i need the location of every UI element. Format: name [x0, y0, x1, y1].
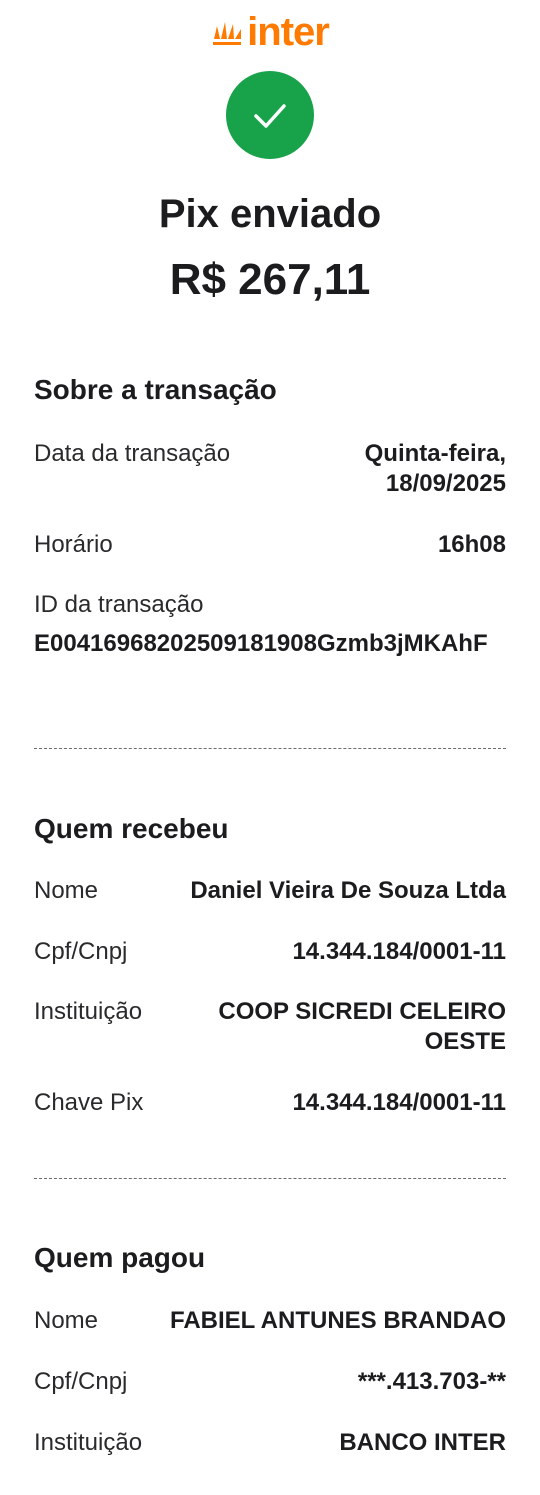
payer-institution-label: Instituição: [34, 1429, 143, 1456]
receiver-doc-label: Cpf/Cnpj: [34, 938, 128, 965]
receiver-institution-line2: OESTE: [424, 1028, 506, 1055]
payer-name-value: FABIEL ANTUNES BRANDAO: [169, 1307, 506, 1334]
receiver-doc-value: 14.344.184/0001-11: [292, 938, 506, 965]
inter-logo-icon: [213, 22, 242, 45]
section-divider: [34, 748, 506, 749]
receiver-pix-key-label: Chave Pix: [34, 1089, 144, 1116]
receiver-pix-key-value: 14.344.184/0001-11: [292, 1089, 506, 1116]
transfer-amount: R$ 267,11: [169, 255, 371, 304]
receiver-institution-value: COOP SICREDI CELEIRO OESTE: [218, 997, 506, 1057]
brand-logo: inter: [0, 12, 540, 52]
transaction-date-date: 18/09/2025: [385, 470, 506, 497]
transaction-id-value: E00416968202509181908Gzmb3jMKAhF: [34, 630, 488, 657]
transaction-date-weekday: Quinta-feira,: [364, 440, 506, 467]
receiver-section-title: Quem recebeu: [34, 813, 229, 844]
check-icon: [254, 104, 286, 128]
transaction-date-value: Quinta-feira, 18/09/2025: [365, 439, 506, 499]
payer-name-label: Nome: [34, 1307, 99, 1334]
payer-section-title: Quem pagou: [34, 1242, 206, 1273]
transaction-section-title: Sobre a transação: [34, 374, 277, 405]
receiver-name-value: Daniel Vieira De Souza Ltda: [190, 877, 506, 904]
success-badge: [226, 71, 314, 159]
transaction-date-label: Data da transação: [34, 440, 231, 467]
transaction-time-label: Horário: [34, 531, 113, 558]
transaction-id-label: ID da transação: [34, 591, 204, 618]
payer-doc-label: Cpf/Cnpj: [34, 1368, 128, 1395]
brand-name: inter: [247, 10, 330, 54]
payer-doc-value: ***.413.703-**: [357, 1368, 506, 1395]
page-title: Pix enviado: [158, 192, 382, 236]
section-divider: [34, 1178, 506, 1179]
receiver-institution-line1: COOP SICREDI CELEIRO: [218, 998, 506, 1025]
transaction-time-value: 16h08: [437, 531, 506, 558]
receiver-institution-label: Instituição: [34, 998, 143, 1025]
payer-institution-value: BANCO INTER: [339, 1429, 506, 1456]
receiver-name-label: Nome: [34, 877, 99, 904]
